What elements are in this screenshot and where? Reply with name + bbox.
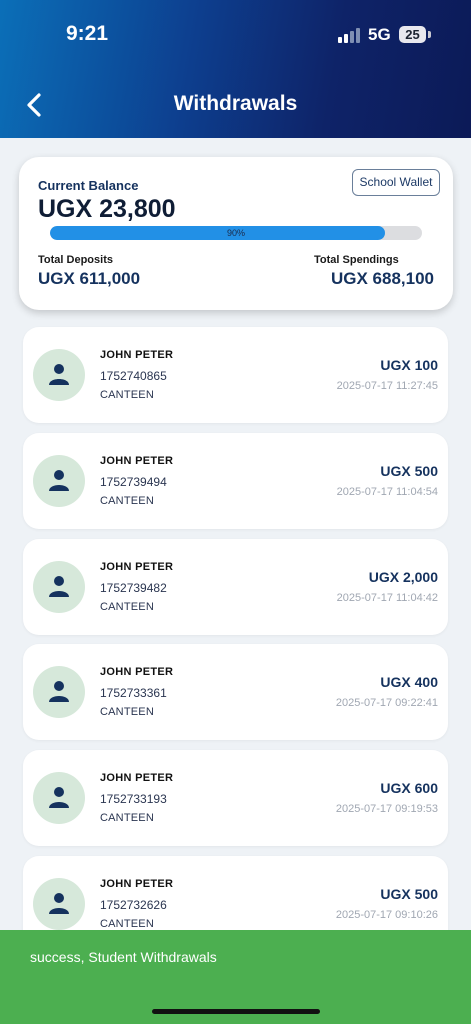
avatar	[33, 666, 85, 718]
current-balance-value: UGX 23,800	[38, 195, 176, 223]
transaction-name: JOHN PETER	[100, 666, 174, 678]
person-icon	[49, 893, 69, 914]
progress-percent: 90%	[226, 228, 245, 238]
transaction-name: JOHN PETER	[100, 349, 174, 361]
transaction-card[interactable]: JOHN PETER 1752733193 CANTEEN UGX 600 20…	[23, 750, 448, 846]
transaction-amount: UGX 100	[380, 357, 438, 373]
transaction-merchant: CANTEEN	[100, 918, 154, 930]
transaction-merchant: CANTEEN	[100, 601, 154, 613]
person-icon	[49, 787, 69, 808]
transaction-merchant: CANTEEN	[100, 812, 154, 824]
transaction-card[interactable]: JOHN PETER 1752740865 CANTEEN UGX 100 20…	[23, 327, 448, 423]
transaction-card[interactable]: JOHN PETER 1752739494 CANTEEN UGX 500 20…	[23, 433, 448, 529]
person-icon	[49, 364, 69, 385]
transaction-ref: 1752733193	[100, 792, 167, 806]
avatar	[33, 561, 85, 613]
transaction-merchant: CANTEEN	[100, 495, 154, 507]
transaction-amount: UGX 400	[380, 674, 438, 690]
transaction-ref: 1752733361	[100, 686, 167, 700]
transaction-name: JOHN PETER	[100, 772, 174, 784]
status-time: 9:21	[66, 22, 109, 45]
home-indicator[interactable]	[152, 1009, 320, 1014]
transaction-amount: UGX 500	[380, 886, 438, 902]
total-deposits-value: UGX 611,000	[38, 269, 141, 288]
balance-progress-bar: 90%	[50, 226, 422, 240]
transaction-date: 2025-07-17 09:19:53	[335, 803, 438, 815]
avatar	[33, 772, 85, 824]
total-deposits-label: Total Deposits	[38, 254, 113, 266]
transaction-date: 2025-07-17 11:04:54	[336, 486, 438, 498]
transaction-card[interactable]: JOHN PETER 1752733361 CANTEEN UGX 400 20…	[23, 644, 448, 740]
transaction-ref: 1752740865	[100, 369, 167, 383]
transaction-merchant: CANTEEN	[100, 706, 154, 718]
app-header: 9:21 5G 25 Withdrawals	[0, 0, 471, 138]
person-icon	[49, 470, 69, 491]
signal-icon	[338, 27, 364, 43]
avatar	[33, 878, 85, 930]
network-type: 5G	[368, 25, 391, 44]
transaction-amount: UGX 600	[380, 780, 438, 796]
transaction-ref: 1752739494	[100, 475, 167, 489]
total-spendings-label: Total Spendings	[314, 254, 399, 266]
balance-card: Current Balance UGX 23,800 School Wallet…	[19, 157, 453, 310]
current-balance-label: Current Balance	[38, 178, 139, 193]
school-wallet-button[interactable]: School Wallet	[352, 169, 440, 196]
transaction-name: JOHN PETER	[100, 561, 174, 573]
transaction-date: 2025-07-17 11:04:42	[336, 592, 438, 604]
transaction-date: 2025-07-17 11:27:45	[336, 380, 438, 392]
total-spendings-value: UGX 688,100	[330, 269, 434, 288]
transaction-amount: UGX 500	[380, 463, 438, 479]
person-icon	[49, 576, 69, 597]
battery-icon: 25	[399, 26, 426, 43]
snackbar-message: success, Student Withdrawals	[30, 949, 217, 965]
transaction-name: JOHN PETER	[100, 878, 174, 890]
transaction-date: 2025-07-17 09:10:26	[335, 909, 438, 921]
page-title: Withdrawals	[173, 92, 298, 115]
transaction-date: 2025-07-17 09:22:41	[335, 697, 438, 709]
transaction-name: JOHN PETER	[100, 455, 174, 467]
transaction-ref: 1752739482	[100, 581, 167, 595]
transaction-card[interactable]: JOHN PETER 1752739482 CANTEEN UGX 2,000 …	[23, 539, 448, 635]
person-icon	[49, 681, 69, 702]
transaction-merchant: CANTEEN	[100, 389, 154, 401]
avatar	[33, 455, 85, 507]
transaction-amount: UGX 2,000	[368, 569, 438, 585]
transaction-ref: 1752732626	[100, 898, 167, 912]
battery-tip	[428, 31, 431, 38]
avatar	[33, 349, 85, 401]
